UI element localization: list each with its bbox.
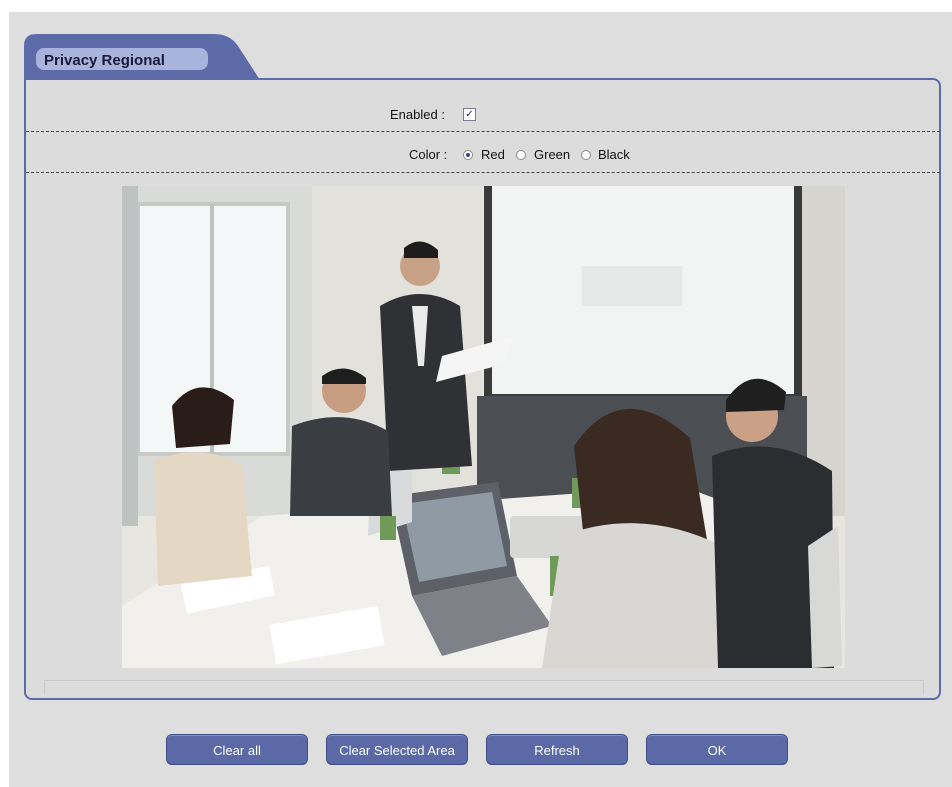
ok-button[interactable]: OK	[646, 734, 788, 765]
color-green-radio[interactable]	[516, 150, 526, 160]
color-label: Color :	[409, 147, 448, 162]
color-red-label[interactable]: Red	[481, 147, 505, 162]
enabled-label: Enabled :	[390, 107, 445, 122]
color-row: Color : Red Green Black	[0, 140, 952, 180]
refresh-button[interactable]: Refresh	[486, 734, 628, 765]
clear-all-button[interactable]: Clear all	[166, 734, 308, 765]
color-red-radio[interactable]	[463, 150, 473, 160]
tab-title: Privacy Regional	[44, 52, 165, 69]
divider	[26, 172, 940, 173]
horizontal-scrollbar[interactable]	[44, 680, 924, 695]
enabled-row: Enabled : ✓	[0, 100, 952, 140]
color-black-radio[interactable]	[581, 150, 591, 160]
clear-selected-area-button[interactable]: Clear Selected Area	[326, 734, 468, 765]
camera-preview-image[interactable]	[122, 186, 845, 668]
divider	[26, 131, 940, 132]
enabled-checkbox[interactable]: ✓	[463, 108, 476, 121]
color-black-label[interactable]: Black	[598, 147, 630, 162]
color-green-label[interactable]: Green	[534, 147, 570, 162]
